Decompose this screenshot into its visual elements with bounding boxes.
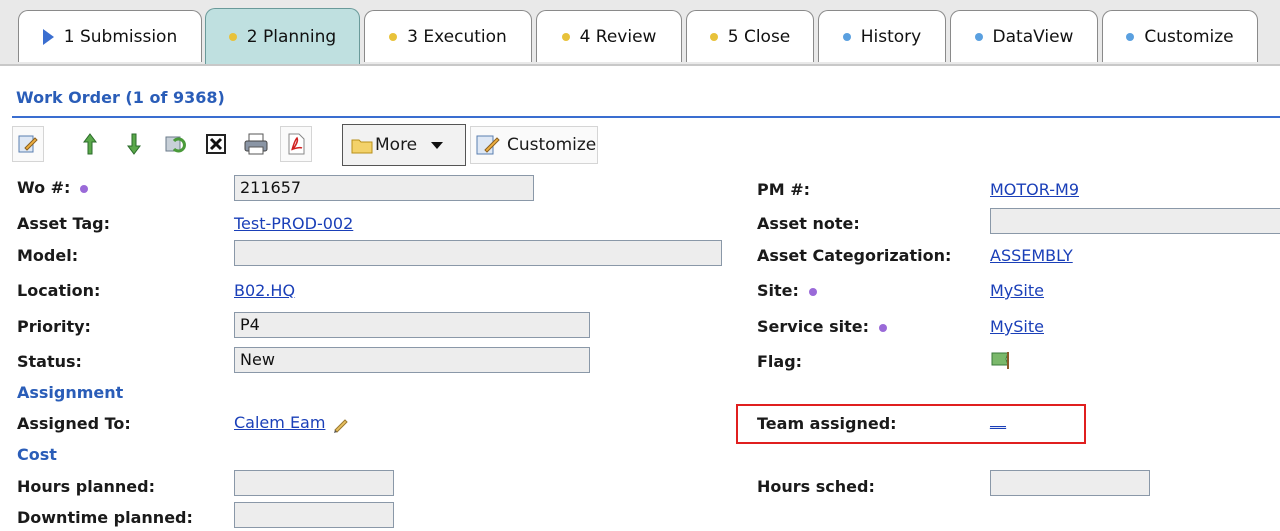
priority-label: Priority:	[17, 317, 91, 336]
pdf-icon	[288, 133, 305, 155]
assigned-to-label: Assigned To:	[17, 414, 131, 433]
asset-tag-label: Asset Tag:	[17, 214, 110, 233]
tab-planning[interactable]: 2 Planning	[205, 8, 360, 64]
edit-icon	[18, 135, 38, 153]
asset-note-label: Asset note:	[757, 214, 860, 233]
printer-icon	[244, 133, 268, 155]
location-label: Location:	[17, 281, 101, 300]
play-triangle-icon	[42, 28, 54, 45]
customize-button[interactable]: Customize	[470, 126, 598, 164]
pm-number-link[interactable]: MOTOR-M9	[990, 180, 1079, 199]
service-site-link[interactable]: MySite	[990, 317, 1044, 336]
next-record-button[interactable]	[118, 126, 150, 162]
tab-close[interactable]: 5 Close	[686, 10, 814, 62]
more-button[interactable]: More	[342, 124, 466, 166]
title-divider	[12, 116, 1280, 118]
blue-dot-icon	[974, 32, 983, 41]
refresh-icon	[165, 136, 186, 153]
tab-label: 3 Execution	[407, 26, 507, 47]
tab-dataview[interactable]: DataView	[950, 10, 1098, 62]
model-field[interactable]	[234, 240, 722, 266]
hours-planned-label: Hours planned:	[17, 477, 155, 496]
tab-label: DataView	[992, 26, 1074, 47]
site-label-text: Site:	[757, 281, 799, 300]
model-label: Model:	[17, 246, 79, 265]
hours-sched-label: Hours sched:	[757, 477, 875, 496]
pdf-button[interactable]	[280, 126, 312, 162]
wo-number-field[interactable]: 211657	[234, 175, 534, 201]
folder-icon	[351, 139, 373, 154]
toolbar: More Customize	[12, 124, 612, 166]
service-site-label-text: Service site:	[757, 317, 869, 336]
flag-icon	[991, 352, 1009, 369]
flag-label: Flag:	[757, 352, 803, 371]
downtime-planned-field[interactable]	[234, 502, 394, 528]
tab-label: 1 Submission	[63, 26, 178, 47]
page-title: Work Order (1 of 9368)	[16, 88, 225, 107]
wo-number-label: Wo #:	[17, 178, 89, 197]
priority-field[interactable]: P4	[234, 312, 590, 338]
yellow-dot-icon	[389, 32, 398, 41]
yellow-dot-icon	[709, 32, 718, 41]
required-dot-icon	[808, 287, 817, 296]
arrow-up-icon	[83, 133, 97, 155]
edit-button[interactable]	[12, 126, 44, 162]
tab-history[interactable]: History	[818, 10, 946, 62]
wo-number-label-text: Wo #:	[17, 178, 71, 197]
blue-dot-icon	[842, 32, 851, 41]
hours-sched-field[interactable]	[990, 470, 1150, 496]
required-dot-icon	[879, 323, 887, 332]
tab-label: History	[860, 26, 922, 47]
pencil-icon[interactable]	[332, 415, 350, 433]
required-dot-icon	[80, 184, 89, 193]
yellow-dot-icon	[228, 32, 237, 41]
downtime-planned-label: Downtime planned:	[17, 508, 193, 527]
delete-button[interactable]	[200, 126, 232, 162]
tab-bar: 1 Submission 2 Planning 3 Execution 4 Re…	[0, 0, 1280, 66]
more-label: More	[375, 135, 418, 155]
print-button[interactable]	[240, 126, 272, 162]
tab-submission[interactable]: 1 Submission	[18, 10, 202, 62]
pm-number-label: PM #:	[757, 180, 811, 199]
tab-label: 5 Close	[727, 26, 791, 47]
asset-note-field[interactable]	[990, 208, 1280, 234]
asset-categorization-label: Asset Categorization:	[757, 246, 952, 265]
assignment-section-heading: Assignment	[17, 383, 124, 402]
status-label: Status:	[17, 352, 82, 371]
assigned-to-link[interactable]: Calem Eam	[234, 413, 325, 432]
previous-record-button[interactable]	[74, 126, 106, 162]
customize-icon	[476, 135, 500, 155]
team-assigned-label: Team assigned:	[757, 414, 897, 433]
tab-execution[interactable]: 3 Execution	[364, 10, 532, 62]
close-box-icon	[206, 134, 226, 154]
tab-review[interactable]: 4 Review	[536, 10, 682, 62]
location-link[interactable]: B02.HQ	[234, 281, 295, 300]
asset-tag-link[interactable]: Test-PROD-002	[234, 214, 353, 233]
team-assigned-link[interactable]: __	[990, 410, 1006, 429]
site-link[interactable]: MySite	[990, 281, 1044, 300]
tab-label: 2 Planning	[246, 26, 337, 47]
service-site-label: Service site:	[757, 317, 887, 336]
tab-label: 4 Review	[579, 26, 657, 47]
asset-categorization-link[interactable]: ASSEMBLY	[990, 246, 1073, 265]
customize-label: Customize	[507, 135, 597, 155]
tab-label: Customize	[1144, 26, 1234, 47]
chevron-down-icon	[431, 141, 444, 149]
yellow-dot-icon	[561, 32, 570, 41]
refresh-button[interactable]	[160, 126, 192, 162]
cost-section-heading: Cost	[17, 445, 57, 464]
tab-customize[interactable]: Customize	[1102, 10, 1258, 62]
blue-dot-icon	[1126, 32, 1135, 41]
site-label: Site:	[757, 281, 817, 300]
hours-planned-field[interactable]	[234, 470, 394, 496]
status-field[interactable]: New	[234, 347, 590, 373]
arrow-down-icon	[127, 133, 141, 155]
